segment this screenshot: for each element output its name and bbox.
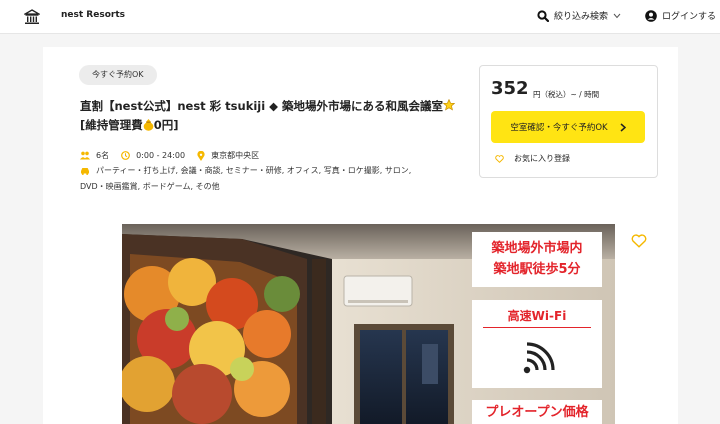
user-circle-icon (645, 9, 657, 22)
star-icon (442, 98, 456, 111)
favorite-label: お気に入り登録 (514, 154, 570, 163)
instant-booking-badge: 今すぐ予約OK (79, 65, 157, 85)
login-button[interactable]: ログインする (645, 9, 716, 22)
preopen-overlay: プレオープン価格 (472, 400, 602, 424)
listing-uses-cont: DVD・映画鑑賞, ボードゲーム, その他 (80, 181, 220, 192)
price-value: 352 (491, 78, 529, 99)
pin-icon (197, 150, 205, 161)
favorite-button[interactable]: お気に入り登録 (495, 153, 570, 164)
overlay-location-line1: 築地場外市場内 (491, 241, 583, 256)
uses-line-1: パーティー・打ち上げ, 会議・商談, セミナー・研修, オフィス, 写真・ロケ撮… (96, 166, 412, 175)
filter-search-button[interactable]: 絞り込み検索 (537, 9, 621, 22)
capacity: 6名 (96, 151, 110, 160)
chevron-down-icon (613, 13, 621, 18)
overlay-wifi-label: 高速Wi-Fi (507, 309, 567, 323)
filter-search-label: 絞り込み検索 (554, 12, 609, 22)
reserve-button[interactable]: 空室確認・今すぐ予約OK (491, 111, 645, 143)
listing-photo[interactable]: 築地場外市場内 築地駅徒歩5分 高速Wi-Fi プレオープン価格 (122, 224, 615, 424)
title-text-maintenance: [維持管理費 (80, 118, 143, 132)
listing-meta: 6名 0:00 - 24:00 東京都中央区 (80, 150, 259, 161)
listing-title: 直割【nest公式】nest 彩 tsukiji ◆ 築地場外市場にある和風会議… (80, 97, 456, 135)
price-unit: 円（税込）~ / 時間 (533, 90, 600, 99)
chevron-right-icon (620, 122, 626, 132)
search-icon (537, 9, 549, 22)
overlay-location-line2: 築地駅徒歩5分 (493, 262, 581, 277)
location: 東京都中央区 (211, 151, 260, 160)
price-box: 352 円（税込）~ / 時間 空室確認・今すぐ予約OK お気に入り登録 (479, 65, 658, 178)
opening-hours: 0:00 - 24:00 (136, 151, 186, 160)
listing-uses: パーティー・打ち上げ, 会議・商談, セミナー・研修, オフィス, 写真・ロケ撮… (80, 165, 411, 176)
money-bag-icon (143, 119, 154, 131)
title-text: 直割【nest公式】nest 彩 tsukiji ◆ 築地場外市場にある和風会議… (80, 99, 444, 113)
brand-name[interactable]: nest Resorts (61, 10, 125, 20)
uses-line-2: DVD・映画鑑賞, ボードゲーム, その他 (80, 182, 220, 191)
reserve-label: 空室確認・今すぐ予約OK (510, 123, 608, 133)
bank-logo-icon[interactable] (24, 9, 40, 25)
car-icon (81, 167, 89, 175)
people-icon (80, 151, 90, 160)
location-overlay: 築地場外市場内 築地駅徒歩5分 (472, 232, 602, 287)
wifi-icon (523, 342, 555, 374)
clock-icon (121, 151, 130, 160)
title-text-fee: 0円] (153, 118, 179, 132)
photo-favorite-heart-icon[interactable] (631, 234, 647, 248)
wifi-overlay: 高速Wi-Fi (472, 300, 602, 388)
login-label: ログインする (662, 12, 717, 22)
heart-icon (495, 154, 504, 163)
site-header: nest Resorts 絞り込み検索 ログインする (0, 0, 720, 34)
